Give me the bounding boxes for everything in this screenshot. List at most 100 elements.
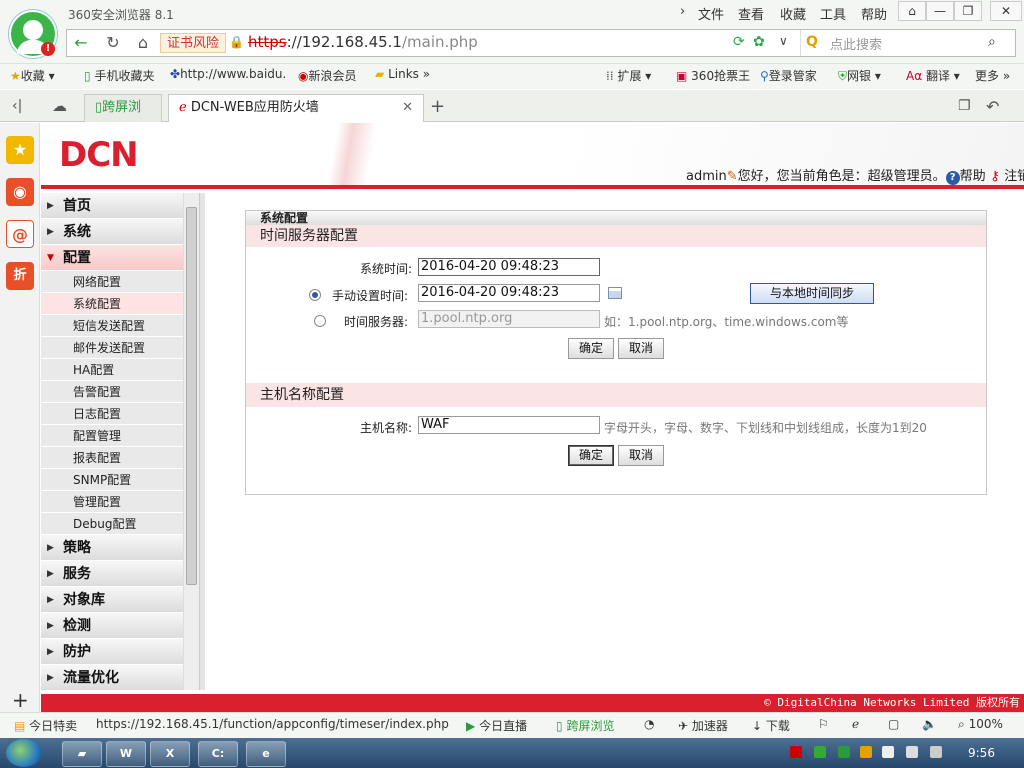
- cloud-icon[interactable]: ☁: [52, 97, 67, 115]
- bookmark-translate[interactable]: Aα 翻译 ▾: [906, 67, 960, 84]
- manual-time-input[interactable]: 2016-04-20 09:48:23: [418, 284, 600, 302]
- url-field[interactable]: https://192.168.45.1/main.php: [248, 33, 478, 51]
- status-daily-deals[interactable]: ▤ 今日特卖: [14, 717, 77, 734]
- bookmark-bank[interactable]: ⛨网银 ▾: [838, 67, 881, 84]
- bookmark-sina[interactable]: ◉新浪会员: [298, 67, 357, 84]
- mail-icon[interactable]: @: [6, 220, 34, 248]
- tab-cross-screen[interactable]: ▯跨屏浏览: [84, 94, 162, 141]
- logout-link[interactable]: 注销: [1004, 169, 1024, 184]
- nav-mail-config[interactable]: 邮件发送配置: [41, 337, 183, 359]
- time-cancel-button[interactable]: 取消: [618, 338, 664, 359]
- browser-logo-icon[interactable]: !: [9, 10, 57, 58]
- nav-report-config[interactable]: 报表配置: [41, 447, 183, 469]
- nav-snmp-config[interactable]: SNMP配置: [41, 469, 183, 491]
- menu-tools[interactable]: 工具: [820, 4, 846, 23]
- tray-flag-icon[interactable]: [882, 746, 894, 758]
- start-button[interactable]: [6, 739, 42, 767]
- tray-volume-icon[interactable]: [930, 746, 942, 758]
- maximize-button[interactable]: ❐: [954, 1, 982, 21]
- tab-list-icon[interactable]: ❐: [958, 98, 971, 114]
- nav-sms-config[interactable]: 短信发送配置: [41, 315, 183, 337]
- tray-shield-icon[interactable]: [838, 746, 850, 758]
- home-icon[interactable]: ⌂: [130, 31, 156, 55]
- refresh-icon[interactable]: ↻: [100, 31, 126, 55]
- bookmark-ticket[interactable]: ▣ 360抢票王: [676, 67, 750, 84]
- menu-arrow-icon[interactable]: ›: [680, 4, 685, 19]
- menu-view[interactable]: 查看: [738, 4, 764, 23]
- sidebar-toggle-icon[interactable]: ‹|: [12, 98, 22, 114]
- tray-app-icon[interactable]: [790, 746, 802, 758]
- status-cross-screen[interactable]: ▯ 跨屏浏览: [556, 717, 614, 734]
- hostname-ok-button[interactable]: 确定: [568, 445, 614, 466]
- manual-time-radio[interactable]: [309, 289, 321, 301]
- nav-network-config[interactable]: 网络配置: [41, 271, 183, 293]
- menu-help[interactable]: 帮助: [861, 4, 887, 23]
- logout-key-icon[interactable]: ⚷: [986, 169, 1005, 184]
- pin-icon[interactable]: ⌂: [898, 1, 926, 21]
- excel-taskbar-icon[interactable]: X: [150, 741, 190, 767]
- status-download[interactable]: ↓ 下载: [752, 717, 790, 734]
- nav-config-manage[interactable]: 配置管理: [41, 425, 183, 447]
- dropdown-chevron-icon[interactable]: ∨: [779, 34, 788, 48]
- status-accelerator[interactable]: ✈ 加速器: [678, 717, 728, 734]
- nav-ha-config[interactable]: HA配置: [41, 359, 183, 381]
- volume-icon[interactable]: 🔈: [922, 717, 937, 731]
- tray-security-icon[interactable]: [860, 746, 872, 758]
- bookmark-links[interactable]: ▰ Links »: [375, 67, 430, 81]
- lock-broken-icon[interactable]: 🔒: [229, 35, 244, 49]
- explorer-taskbar-icon[interactable]: ▰: [62, 741, 102, 767]
- window-icon[interactable]: ▢: [888, 717, 899, 731]
- ie-mode-icon[interactable]: ℯ: [852, 717, 859, 731]
- nav-home[interactable]: ▶ 首页: [41, 193, 183, 219]
- word-taskbar-icon[interactable]: W: [106, 741, 146, 767]
- help-link[interactable]: 帮助: [960, 169, 986, 184]
- time-ok-button[interactable]: 确定: [568, 338, 614, 359]
- tray-monitor-icon[interactable]: [906, 746, 918, 758]
- nav-scrollbar[interactable]: [183, 193, 199, 690]
- status-zoom[interactable]: ⌕ 100%: [958, 717, 1003, 732]
- nav-object-library[interactable]: ▶ 对象库: [41, 587, 183, 613]
- tab-dcn-waf[interactable]: ℯ DCN-WEB应用防火墙 ✕: [168, 94, 424, 122]
- edit-icon[interactable]: ✎: [727, 169, 738, 184]
- weibo-sidebar-icon[interactable]: ◉: [6, 178, 34, 206]
- nav-system[interactable]: ▶ 系统: [41, 219, 183, 245]
- status-live[interactable]: ▶ 今日直播: [466, 717, 527, 734]
- ntp-server-radio[interactable]: [314, 315, 326, 327]
- undo-close-icon[interactable]: ↶: [986, 97, 999, 116]
- bookmark-extensions[interactable]: ⁞⁞ 扩展 ▾: [606, 67, 651, 84]
- sync-local-time-button[interactable]: 与本地时间同步: [750, 283, 874, 304]
- menu-file[interactable]: 文件: [698, 4, 724, 23]
- search-engine-icon[interactable]: Q: [806, 34, 818, 50]
- nav-debug-config[interactable]: Debug配置: [41, 513, 183, 535]
- nav-admin-config[interactable]: 管理配置: [41, 491, 183, 513]
- new-tab-icon[interactable]: +: [430, 96, 445, 117]
- ntp-server-input[interactable]: 1.pool.ntp.org: [418, 310, 600, 328]
- search-icon[interactable]: ⌕: [988, 34, 996, 50]
- nav-policy[interactable]: ▶ 策略: [41, 535, 183, 561]
- hostname-input[interactable]: WAF: [418, 416, 600, 434]
- discount-icon[interactable]: 折: [6, 262, 34, 290]
- bookmark-more[interactable]: 更多 »: [975, 67, 1010, 84]
- leaf-icon[interactable]: ✿: [753, 34, 765, 50]
- cmd-taskbar-icon[interactable]: C:: [198, 741, 238, 767]
- cert-warning-badge[interactable]: 证书风险: [160, 33, 227, 53]
- close-button[interactable]: ✕: [990, 1, 1022, 21]
- bookmark-login[interactable]: ⚲登录管家: [760, 67, 817, 84]
- bookmark-mobile[interactable]: ▯ 手机收藏夹: [84, 67, 154, 84]
- nav-alarm-config[interactable]: 告警配置: [41, 381, 183, 403]
- menu-favorites[interactable]: 收藏: [780, 4, 806, 23]
- browser-taskbar-icon[interactable]: e: [246, 741, 286, 767]
- calendar-icon[interactable]: [608, 287, 622, 299]
- taskbar-clock[interactable]: 9:56: [968, 746, 995, 760]
- nav-service[interactable]: ▶ 服务: [41, 561, 183, 587]
- bookmark-favorites[interactable]: ★收藏 ▾: [10, 67, 55, 84]
- add-sidebar-icon[interactable]: +: [12, 688, 29, 712]
- nav-detection[interactable]: ▶ 检测: [41, 613, 183, 639]
- status-speed-icon[interactable]: ◔: [644, 717, 654, 731]
- nav-config[interactable]: ▼ 配置: [41, 245, 183, 271]
- flag-icon[interactable]: ⚐: [818, 717, 829, 731]
- minimize-button[interactable]: —: [926, 1, 954, 21]
- nav-protection[interactable]: ▶ 防护: [41, 639, 183, 665]
- nav-log-config[interactable]: 日志配置: [41, 403, 183, 425]
- tab-close-icon[interactable]: ✕: [402, 95, 413, 121]
